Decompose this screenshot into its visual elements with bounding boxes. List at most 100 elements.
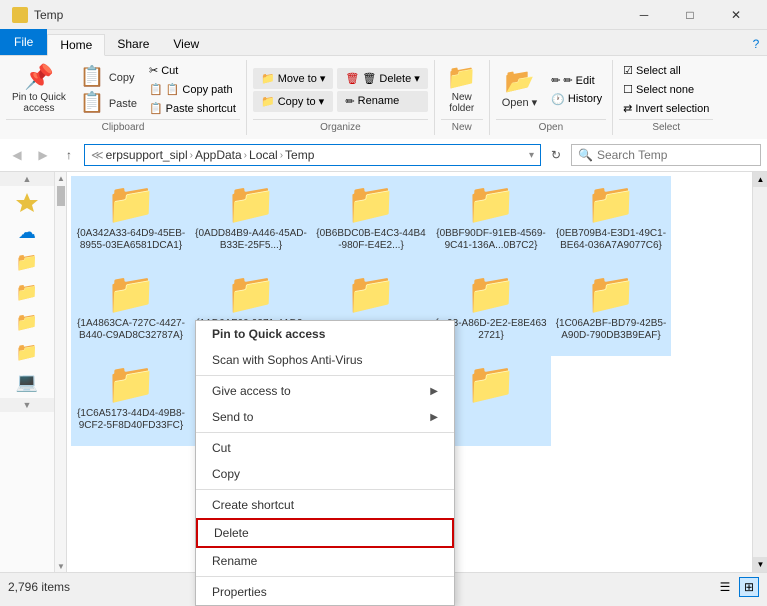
maximize-button[interactable]: □ <box>667 0 713 30</box>
nav-folder4[interactable]: 📁 <box>9 338 45 366</box>
nav-folder2[interactable]: 📁 <box>9 278 45 306</box>
folder-item[interactable]: 📁 {0BBF90DF-91EB-4569-9C41-136A...0B7C2} <box>431 176 551 266</box>
paste-shortcut-icon: 📋 <box>149 102 163 115</box>
folder-item[interactable]: 📁 {1C6A5173-44D4-49B8-9CF2-5F8D40FD33FC} <box>71 356 191 446</box>
ctx-send-to-arrow: ▶ <box>430 412 438 423</box>
path-temp[interactable]: Temp <box>285 148 314 162</box>
address-path[interactable]: ≪ erpsupport_sipl › AppData › Local › Te… <box>84 144 541 166</box>
folder3-icon: 📁 <box>16 312 38 333</box>
refresh-button[interactable]: ↻ <box>545 144 567 166</box>
path-appdata[interactable]: AppData <box>195 148 242 162</box>
new-folder-button[interactable]: 📁 Newfolder <box>441 64 483 116</box>
ctx-properties[interactable]: Properties <box>196 579 454 605</box>
invert-icon: ⇄ <box>623 102 632 115</box>
move-to-button[interactable]: 📁 Move to ▾ <box>253 68 333 89</box>
folder4-icon: 📁 <box>16 342 38 363</box>
pin-to-quick-access-button[interactable]: 📌 Pin to Quickaccess <box>6 64 72 116</box>
folder-name-1: {0ADD84B9-A446-45AD-B33E-25F5...} <box>195 228 307 252</box>
tab-file[interactable]: File <box>0 29 47 55</box>
path-erpsupport[interactable]: erpsupport_sipl <box>106 148 188 162</box>
folder-item[interactable]: 📁 {0B6BDC0B-E4C3-44B4-980F-E4E2...} <box>311 176 431 266</box>
folder-icon-4: 📁 <box>586 184 636 224</box>
ctx-create-shortcut[interactable]: Create shortcut <box>196 492 454 518</box>
scroll-up-button[interactable]: ▲ <box>753 172 767 187</box>
folder-item[interactable]: 📁 {0A342A33-64D9-45EB-8955-03EA6581DCA1} <box>71 176 191 266</box>
open-label: Open <box>496 119 606 133</box>
organize-label: Organize <box>253 119 428 133</box>
computer-icon: 💻 <box>16 372 38 393</box>
nav-scroll-up[interactable]: ▲ <box>0 172 54 186</box>
search-box[interactable]: 🔍 <box>571 144 761 166</box>
folder-icon-9: 📁 <box>586 274 636 314</box>
folder-icon-13: 📁 <box>466 364 516 404</box>
move-label: Move to ▾ <box>278 72 326 85</box>
delete-button[interactable]: 🗑 🗑 Delete ▾ <box>337 68 427 89</box>
nav-scroll-down[interactable]: ▼ <box>0 398 54 412</box>
ctx-copy[interactable]: Copy <box>196 461 454 487</box>
organize-group: 📁 Move to ▾ 📁 Copy to ▾ 🗑 🗑 Delete ▾ ✏ R… <box>247 60 435 135</box>
folder-name-0: {0A342A33-64D9-45EB-8955-03EA6581DCA1} <box>75 228 187 252</box>
tab-home[interactable]: Home <box>47 34 105 56</box>
folder-name-2: {0B6BDC0B-E4C3-44B4-980F-E4E2...} <box>315 228 427 252</box>
help-button[interactable]: ? <box>745 33 767 55</box>
clipboard-label: Clipboard <box>6 119 240 133</box>
tab-view[interactable]: View <box>161 33 211 55</box>
left-scroll-thumb[interactable] <box>57 186 65 206</box>
rename-label: Rename <box>358 95 400 107</box>
folder-item[interactable]: 📁 {0ADD84B9-A446-45AD-B33E-25F5...} <box>191 176 311 266</box>
nav-cloud[interactable]: ☁ <box>9 218 45 246</box>
folder-icon-5: 📁 <box>106 274 156 314</box>
ctx-scan[interactable]: Scan with Sophos Anti-Virus <box>196 347 454 373</box>
cut-button[interactable]: ✂ Cut <box>145 62 240 79</box>
open-button[interactable]: 📂 Open ▾ <box>496 68 544 111</box>
copy-path-button[interactable]: 📋 📋 Copy path <box>145 81 240 98</box>
ctx-give-access-label: Give access to <box>212 384 291 398</box>
select-all-button[interactable]: ☑ Select all <box>619 62 713 79</box>
nav-computer[interactable]: 💻 <box>9 368 45 396</box>
select-none-button[interactable]: ☐ Select none <box>619 81 713 98</box>
folder-item[interactable]: 📁 {0EB709B4-E3D1-49C1-BE64-036A7A9077C6} <box>551 176 671 266</box>
ctx-cut-label: Cut <box>212 441 231 455</box>
folder-item[interactable]: 📁 {1A4863CA-727C-4427-B440-C9AD8C32787A} <box>71 266 191 356</box>
ctx-rename[interactable]: Rename <box>196 548 454 574</box>
close-button[interactable]: ✕ <box>713 0 759 30</box>
nav-folder1[interactable]: 📁 <box>9 248 45 276</box>
search-input[interactable] <box>597 148 754 162</box>
copy-to-button[interactable]: 📁 Copy to ▾ <box>253 91 333 112</box>
ctx-send-to[interactable]: Send to ▶ <box>196 404 454 430</box>
paste-icon: 📋 <box>80 93 105 113</box>
left-scroll-up[interactable]: ▲ <box>55 172 67 184</box>
ctx-properties-label: Properties <box>212 585 267 599</box>
tab-share[interactable]: Share <box>105 33 161 55</box>
invert-selection-button[interactable]: ⇄ Invert selection <box>619 100 713 117</box>
ctx-cut[interactable]: Cut <box>196 435 454 461</box>
large-icons-view-button[interactable]: ⊞ <box>739 577 759 597</box>
edit-label: ✏ Edit <box>563 74 594 87</box>
scroll-down-button[interactable]: ▼ <box>753 557 767 572</box>
folder-item[interactable]: 📁 {1C06A2BF-BD79-42B5-A90D-790DB3B9EAF} <box>551 266 671 356</box>
nav-folder3[interactable]: 📁 <box>9 308 45 336</box>
rename-button[interactable]: ✏ Rename <box>337 91 427 112</box>
paste-button[interactable]: 📋 Paste <box>74 91 143 115</box>
path-local[interactable]: Local <box>249 148 278 162</box>
ribbon-content: 📌 Pin to Quickaccess 📋 Copy 📋 Paste ✂ Cu… <box>0 56 767 139</box>
new-group: 📁 Newfolder New <box>435 60 490 135</box>
folder-name-5: {1A4863CA-727C-4427-B440-C9AD8C32787A} <box>75 318 187 342</box>
edit-button[interactable]: ✏ ✏ Edit <box>547 72 606 89</box>
ctx-give-access[interactable]: Give access to ▶ <box>196 378 454 404</box>
up-button[interactable]: ↑ <box>58 144 80 166</box>
minimize-button[interactable]: ─ <box>621 0 667 30</box>
details-view-button[interactable]: ☰ <box>715 577 735 597</box>
forward-button: ▶ <box>32 144 54 166</box>
paste-shortcut-button[interactable]: 📋 Paste shortcut <box>145 100 240 117</box>
nav-quick-access[interactable] <box>9 188 45 216</box>
folder-icon-8: 📁 <box>466 274 516 314</box>
left-scroll-down[interactable]: ▼ <box>55 560 67 572</box>
copy-button[interactable]: 📋 Copy <box>74 65 143 89</box>
ribbon-tabs: File Home Share View ? <box>0 30 767 56</box>
history-button[interactable]: 🕐 History <box>547 91 606 108</box>
ctx-delete[interactable]: Delete <box>196 518 454 548</box>
ctx-pin[interactable]: Pin to Quick access <box>196 321 454 347</box>
dropdown-arrow[interactable]: ▾ <box>529 150 534 161</box>
history-icon: 🕐 <box>551 93 565 106</box>
